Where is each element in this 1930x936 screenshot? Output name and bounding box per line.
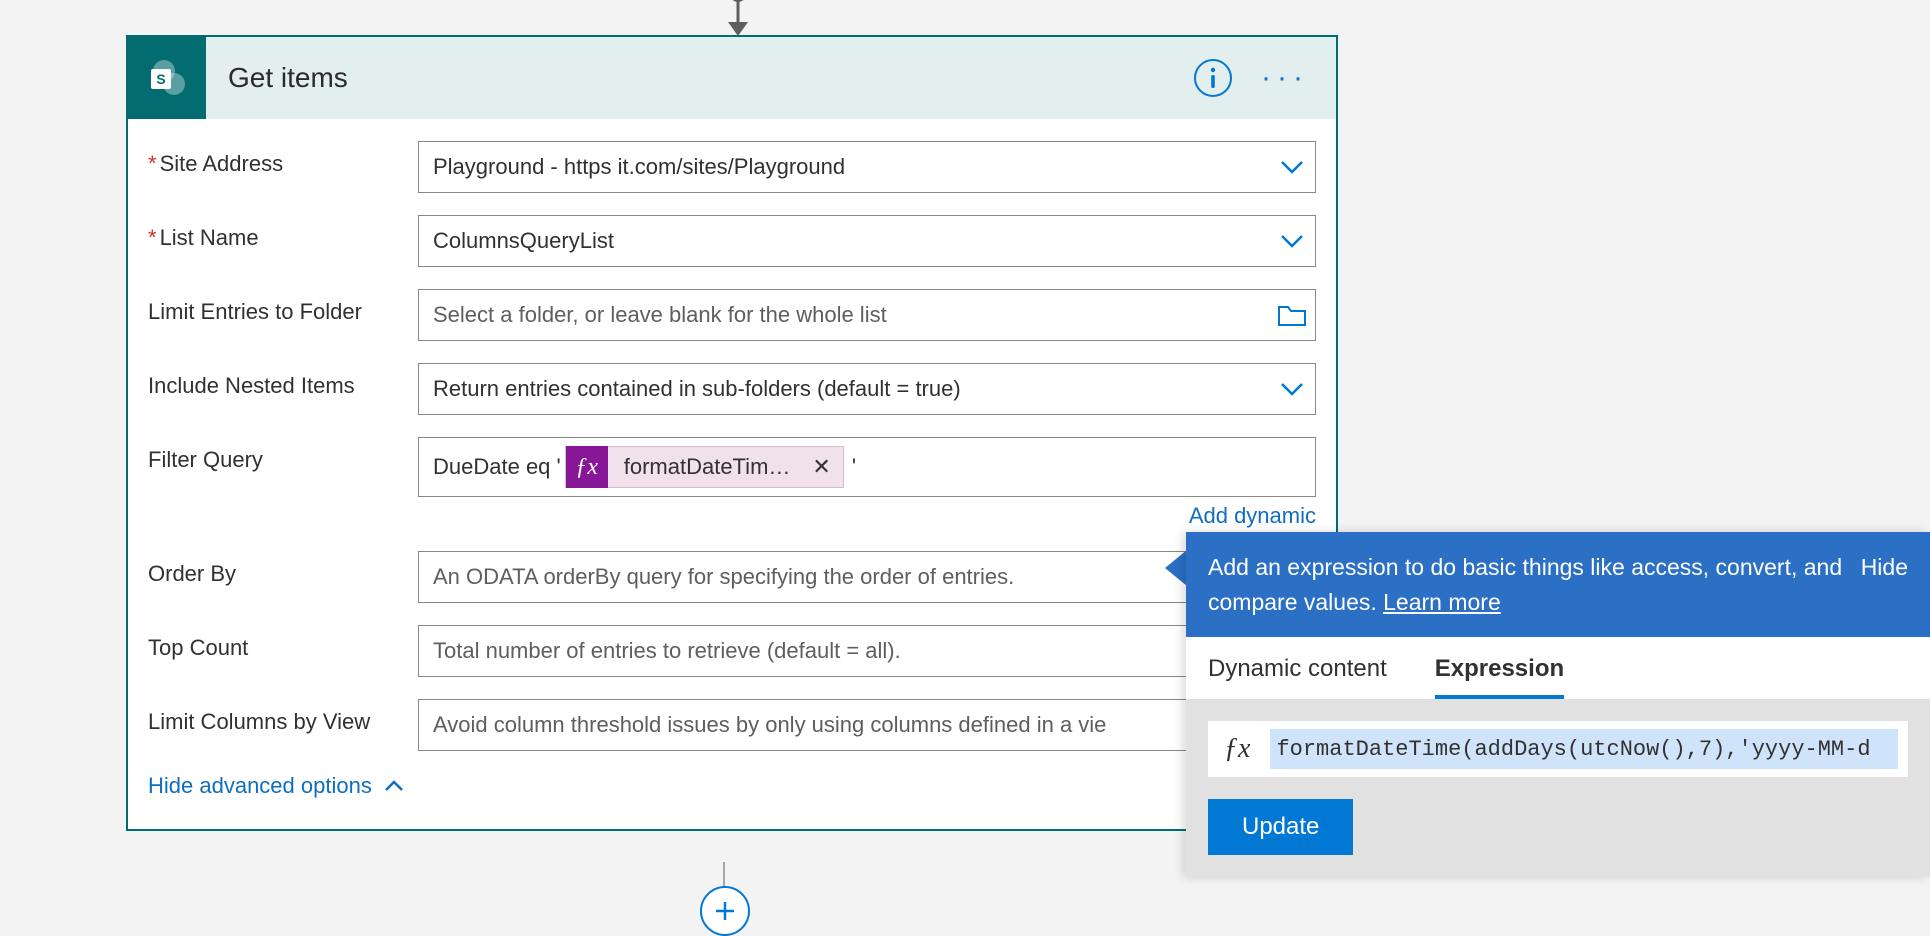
filter-query-label: Filter Query [148, 437, 418, 473]
hide-advanced-label: Hide advanced options [148, 773, 372, 799]
tab-expression[interactable]: Expression [1435, 655, 1564, 699]
expression-input[interactable]: ƒx formatDateTime(addDays(utcNow(),7),'y… [1208, 721, 1908, 777]
remove-token-button[interactable]: ✕ [800, 454, 842, 480]
list-name-label: *List Name [148, 215, 418, 251]
fx-icon: ƒx [566, 446, 608, 488]
update-button[interactable]: Update [1208, 799, 1353, 855]
site-address-label: *Site Address [148, 141, 418, 177]
learn-more-link[interactable]: Learn more [1383, 589, 1501, 615]
expression-token-label: formatDateTim… [608, 454, 801, 480]
list-name-value: ColumnsQueryList [433, 228, 614, 254]
site-address-value: Playground - https it.com/sites/Playgrou… [433, 154, 845, 180]
chevron-down-icon [1277, 234, 1307, 248]
nested-items-label: Include Nested Items [148, 363, 418, 399]
top-count-label: Top Count [148, 625, 418, 661]
expression-text: formatDateTime(addDays(utcNow(),7),'yyyy… [1270, 729, 1898, 769]
limit-columns-input[interactable]: Avoid column threshold issues by only us… [418, 699, 1316, 751]
limit-folder-label: Limit Entries to Folder [148, 289, 418, 325]
order-by-placeholder: An ODATA orderBy query for specifying th… [433, 564, 1014, 590]
filter-query-input[interactable]: DueDate eq ' ƒx formatDateTim… ✕ ' [418, 437, 1316, 497]
card-title: Get items [228, 62, 1194, 94]
limit-columns-placeholder: Avoid column threshold issues by only us… [433, 712, 1106, 738]
limit-folder-input[interactable]: Select a folder, or leave blank for the … [418, 289, 1316, 341]
limit-columns-label: Limit Columns by View [148, 699, 418, 735]
list-name-dropdown[interactable]: ColumnsQueryList [418, 215, 1316, 267]
order-by-label: Order By [148, 551, 418, 587]
get-items-card: S Get items ··· *Site Address Playground… [126, 35, 1338, 831]
flow-arrow-icon [717, 0, 759, 38]
card-header: S Get items ··· [128, 37, 1336, 119]
site-address-dropdown[interactable]: Playground - https it.com/sites/Playgrou… [418, 141, 1316, 193]
sharepoint-icon: S [128, 37, 206, 119]
top-count-placeholder: Total number of entries to retrieve (def… [433, 638, 901, 664]
fx-icon: ƒx [1218, 733, 1256, 765]
flyout-header: Add an expression to do basic things lik… [1186, 532, 1930, 637]
chevron-up-icon [384, 780, 404, 792]
svg-text:S: S [156, 71, 165, 87]
nested-items-value: Return entries contained in sub-folders … [433, 376, 961, 402]
filter-query-suffix: ' [852, 454, 856, 480]
folder-icon[interactable] [1277, 303, 1307, 327]
expression-flyout: Add an expression to do basic things lik… [1186, 532, 1930, 877]
flow-connector [723, 862, 725, 888]
flyout-description: Add an expression to do basic things lik… [1208, 554, 1842, 615]
hide-advanced-options-link[interactable]: Hide advanced options [148, 773, 1316, 799]
nested-items-dropdown[interactable]: Return entries contained in sub-folders … [418, 363, 1316, 415]
tab-dynamic-content[interactable]: Dynamic content [1208, 655, 1387, 699]
info-button[interactable] [1194, 59, 1232, 97]
limit-folder-placeholder: Select a folder, or leave blank for the … [433, 302, 887, 328]
add-step-button[interactable] [700, 886, 750, 936]
more-button[interactable]: ··· [1262, 59, 1308, 97]
hide-flyout-link[interactable]: Hide [1861, 550, 1908, 619]
chevron-down-icon [1277, 160, 1307, 174]
top-count-input[interactable]: Total number of entries to retrieve (def… [418, 625, 1316, 677]
flyout-pointer [1165, 550, 1187, 586]
filter-query-text: DueDate eq ' [433, 454, 561, 480]
chevron-down-icon [1277, 382, 1307, 396]
expression-token[interactable]: ƒx formatDateTim… ✕ [565, 446, 844, 488]
flyout-tabs: Dynamic content Expression [1186, 637, 1930, 699]
add-dynamic-content-link[interactable]: Add dynamic [1189, 503, 1316, 529]
